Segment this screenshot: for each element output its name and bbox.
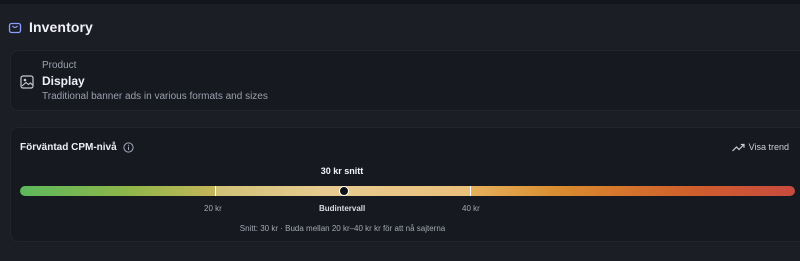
inventory-header: Inventory	[8, 17, 93, 37]
trend-up-icon	[731, 143, 745, 152]
tick-mid: Budintervall	[319, 204, 366, 213]
tick-high: 40 kr	[462, 204, 480, 213]
range-end-edge	[470, 186, 471, 196]
average-marker[interactable]	[339, 186, 349, 196]
shopping-bag-icon	[8, 20, 22, 34]
cpm-title-text: Förväntad CPM-nivå	[20, 142, 117, 153]
cpm-card: Förväntad CPM-nivå Visa trend 30 kr snit…	[10, 127, 800, 242]
show-trend-label: Visa trend	[748, 142, 789, 152]
product-card[interactable]: Product Display Traditional banner ads i…	[10, 50, 800, 111]
cpm-note: Snitt: 30 kr · Buda mellan 20 kr–40 kr k…	[239, 224, 446, 233]
product-description: Traditional banner ads in various format…	[42, 91, 268, 102]
image-icon	[20, 75, 34, 89]
average-label: 30 kr snitt	[320, 166, 364, 176]
product-kicker: Product	[42, 60, 77, 71]
cpm-title: Förväntad CPM-nivå	[20, 142, 134, 153]
top-divider	[0, 0, 800, 4]
page-title: Inventory	[29, 19, 93, 35]
tick-low: 20 kr	[204, 204, 222, 213]
cpm-gradient-bar	[20, 186, 795, 196]
show-trend-button[interactable]: Visa trend	[731, 142, 789, 152]
range-start-edge	[215, 186, 216, 196]
product-name: Display	[42, 74, 85, 88]
info-icon[interactable]	[123, 142, 134, 153]
